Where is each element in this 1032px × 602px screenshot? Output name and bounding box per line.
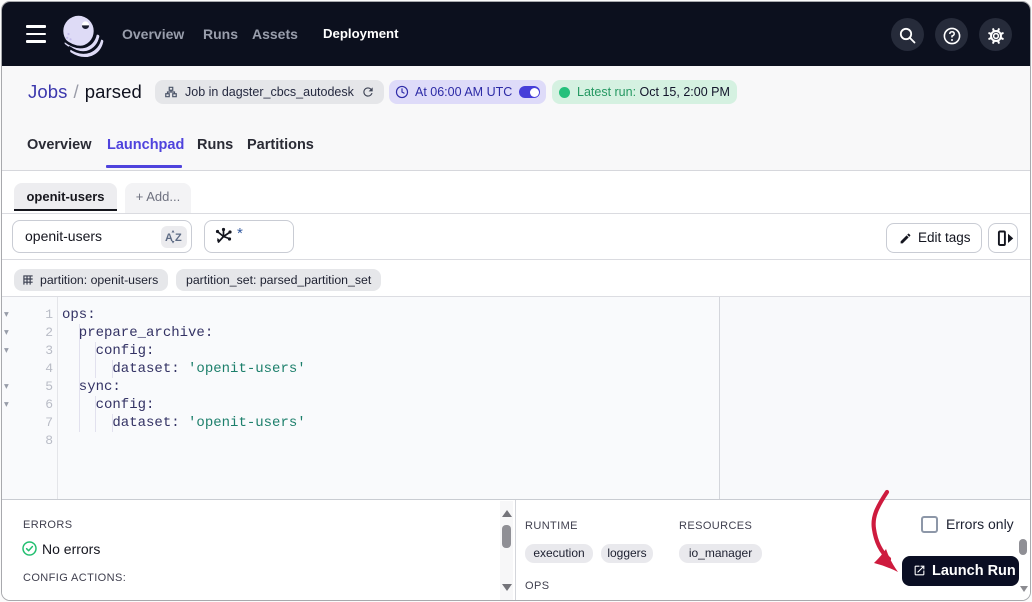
- svg-text:A: A: [165, 232, 173, 244]
- svg-text:Z: Z: [175, 232, 182, 244]
